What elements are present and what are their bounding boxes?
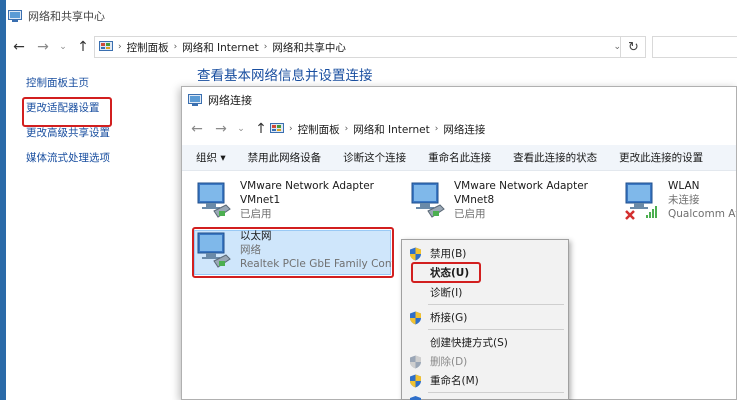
network-window-icon xyxy=(8,10,22,22)
forward-arrow-icon[interactable]: → xyxy=(34,38,52,56)
breadcrumb-separator-icon: › xyxy=(118,42,122,52)
wireless-adapter-icon xyxy=(625,182,657,220)
outer-navigation-bar: ← → ⌄ ↑ › 控制面板 › 网络和 Internet › 网络和共享中心 … xyxy=(6,32,737,62)
sidebar-link-control-panel-home[interactable]: 控制面板主页 xyxy=(26,74,110,99)
uac-shield-icon xyxy=(410,311,421,325)
diagnose-connection-button[interactable]: 诊断这个连接 xyxy=(343,150,406,165)
control-panel-icon xyxy=(99,41,113,51)
highlight-box-status xyxy=(411,262,481,283)
breadcrumb-control-panel[interactable]: 控制面板 xyxy=(127,40,169,55)
up-arrow-icon[interactable]: ↑ xyxy=(74,38,92,56)
menu-item-bridge[interactable]: 桥接(G) xyxy=(402,308,568,327)
back-arrow-icon[interactable]: ← xyxy=(188,120,206,138)
outer-window-title: 网络和共享中心 xyxy=(28,10,105,23)
outer-title-bar: 网络和共享中心 xyxy=(6,0,737,32)
breadcrumb-network-connections[interactable]: 网络连接 xyxy=(443,122,485,137)
breadcrumb-network-internet[interactable]: 网络和 Internet xyxy=(353,122,430,137)
breadcrumb-separator-icon: › xyxy=(289,124,293,134)
uac-shield-icon xyxy=(410,396,421,400)
menu-item-create-shortcut[interactable]: 创建快捷方式(S) xyxy=(402,333,568,352)
adapter-name: VMware Network Adapter xyxy=(454,180,588,192)
disable-device-button[interactable]: 禁用此网络设备 xyxy=(248,150,322,165)
menu-item-disable[interactable]: 禁用(B) xyxy=(402,244,568,263)
adapter-status: 已启用 xyxy=(454,208,486,220)
uac-shield-icon xyxy=(410,374,421,388)
network-window-icon xyxy=(188,94,202,106)
rename-connection-button[interactable]: 重命名此连接 xyxy=(428,150,491,165)
menu-separator xyxy=(428,304,564,305)
adapter-device: VMnet8 xyxy=(454,194,495,206)
network-adapter-icon xyxy=(411,182,445,218)
outer-address-bar[interactable]: › 控制面板 › 网络和 Internet › 网络和共享中心 ⌄ xyxy=(94,36,646,58)
sidebar-link-media-streaming[interactable]: 媒体流式处理选项 xyxy=(26,149,110,174)
breadcrumb-sharing-center[interactable]: 网络和共享中心 xyxy=(272,40,346,55)
highlight-box-change-adapter xyxy=(22,97,112,127)
menu-separator xyxy=(428,329,564,330)
command-toolbar: 组织 ▾ 禁用此网络设备 诊断这个连接 重命名此连接 查看此连接的状态 更改此连… xyxy=(182,145,736,171)
adapter-name: WLAN xyxy=(668,180,700,192)
back-arrow-icon[interactable]: ← xyxy=(10,38,28,56)
breadcrumb-network-internet[interactable]: 网络和 Internet xyxy=(182,40,259,55)
adapter-device: Qualcomm At xyxy=(668,208,736,220)
breadcrumb-separator-icon: › xyxy=(263,42,268,52)
uac-shield-icon xyxy=(410,355,421,369)
uac-shield-icon xyxy=(410,247,421,261)
forward-arrow-icon[interactable]: → xyxy=(212,120,230,138)
adapter-name: VMware Network Adapter xyxy=(240,180,374,192)
inner-address-bar[interactable]: › 控制面板 › 网络和 Internet › 网络连接 xyxy=(270,118,737,140)
breadcrumb-control-panel[interactable]: 控制面板 xyxy=(298,122,340,137)
organize-menu-button[interactable]: 组织 ▾ xyxy=(196,150,226,165)
breadcrumb-separator-icon: › xyxy=(173,42,178,52)
change-settings-button[interactable]: 更改此连接的设置 xyxy=(619,150,703,165)
inner-window-title: 网络连接 xyxy=(208,94,252,107)
adapter-vmnet8[interactable]: VMware Network Adapter VMnet8 已启用 xyxy=(410,179,610,225)
adapter-status: 已启用 xyxy=(240,208,272,220)
adapter-context-menu: 禁用(B) 状态(U) 诊断(I) 桥接(G) 创建快捷方式(S) 删除(D) xyxy=(401,239,569,400)
inner-navigation-bar: ← → ⌄ ↑ › 控制面板 › 网络和 Internet › 网络连接 xyxy=(182,115,736,143)
menu-item-delete[interactable]: 删除(D) xyxy=(402,352,568,371)
network-adapter-icon xyxy=(197,182,231,218)
control-panel-icon xyxy=(270,123,284,133)
up-arrow-icon[interactable]: ↑ xyxy=(252,120,270,138)
menu-item-diagnose[interactable]: 诊断(I) xyxy=(402,283,568,302)
page-heading: 查看基本网络信息并设置连接 xyxy=(197,68,373,84)
adapter-wlan[interactable]: WLAN 未连接 Qualcomm At xyxy=(624,179,736,225)
sidebar-link-advanced-sharing[interactable]: 更改高级共享设置 xyxy=(26,124,110,149)
inner-title-bar: 网络连接 xyxy=(182,87,736,113)
breadcrumb-separator-icon: › xyxy=(434,124,439,134)
refresh-icon[interactable]: ↻ xyxy=(620,36,646,58)
adapter-connection: 未连接 xyxy=(668,194,700,206)
view-status-button[interactable]: 查看此连接的状态 xyxy=(513,150,597,165)
adapter-device: VMnet1 xyxy=(240,194,281,206)
recent-dropdown-icon[interactable]: ⌄ xyxy=(54,38,72,56)
menu-item-rename[interactable]: 重命名(M) xyxy=(402,371,568,390)
adapter-vmnet1[interactable]: VMware Network Adapter VMnet1 已启用 xyxy=(196,179,396,225)
menu-separator xyxy=(428,392,564,393)
breadcrumb-separator-icon: › xyxy=(344,124,349,134)
search-input[interactable] xyxy=(652,36,737,58)
recent-dropdown-icon[interactable]: ⌄ xyxy=(232,120,250,138)
highlight-box-ethernet xyxy=(192,227,394,278)
